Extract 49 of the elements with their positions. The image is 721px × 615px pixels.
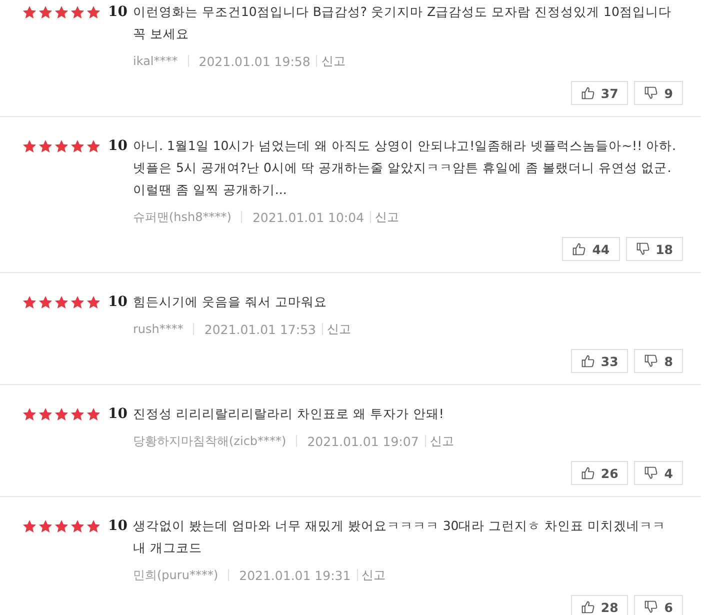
author-name: 슈퍼맨(hsh8****) [133,208,232,226]
report-link[interactable]: 신고 [375,208,400,226]
rating-score: 10 [108,294,128,310]
author-name: rush**** [133,322,184,336]
thumbs-up-icon [580,354,595,368]
rating-score: 10 [108,518,128,534]
thumbs-down-icon [644,600,658,614]
thumbs-down-icon [644,86,658,100]
review-text: 힘든시기에 웃음을 줘서 고마워요 [133,293,328,311]
like-button[interactable]: 33 [570,349,628,373]
thumbs-up-icon [580,86,595,100]
thumbs-down-icon [644,354,658,368]
review-text: 내 개그코드 [133,539,203,557]
rating-score: 10 [108,4,128,20]
review-date: 2021.01.01 10:04 [252,210,364,224]
review-text: 이럴땐 좀 일찍 공개하기... [133,181,288,199]
review-date: 2021.01.01 19:58 [198,54,310,68]
rating-score: 10 [108,138,128,154]
dislike-button[interactable]: 9 [634,81,683,105]
dislike-button[interactable]: 6 [634,595,683,615]
dislike-button[interactable]: 18 [626,237,683,261]
thumbs-up-icon [580,600,595,614]
report-link[interactable]: 신고 [362,566,386,584]
like-button[interactable]: 26 [570,461,628,485]
thumbs-up-icon [572,242,586,256]
author-name: 당황하지마침착해(zicb****) [133,432,286,450]
review-text: 이런영화는 무조건10점입니다 B급감성? 웃기지마 Z급감성도 모자람 진정성있게 10점입니다 [133,3,672,21]
report-link[interactable]: 신고 [321,52,346,70]
thumbs-down-icon [644,466,658,480]
review-text: 진정성 리리리랄리리랄라리 차인표로 왜 투자가 안돼! [133,405,445,423]
review-text: 꼭 보세요 [133,25,190,43]
review-date: 2021.01.01 17:53 [204,322,316,336]
dislike-button[interactable]: 4 [634,461,683,485]
review-date: 2021.01.01 19:31 [239,568,351,582]
review-text: 생각없이 봤는데 엄마와 너무 재밌게 봤어요ㅋㅋㅋㅋ 30대라 그런지ㅎ 차인표 미치겠네ㅋㅋ [133,517,667,535]
review-text: 넷플은 5시 공개여?난 0시에 딱 공개하는줄 알았지ㅋㅋ암튼 휴일에 좀 볼랬더니 유연성 없군. [133,159,672,177]
like-button[interactable]: 28 [570,595,628,615]
report-link[interactable]: 신고 [326,320,351,338]
like-button[interactable]: 44 [562,237,620,261]
rating-score: 10 [108,406,128,422]
review-date: 2021.01.01 19:07 [307,434,419,448]
thumbs-down-icon [636,242,650,256]
thumbs-up-icon [580,466,595,480]
author-name: ikal**** [133,54,178,68]
dislike-button[interactable]: 8 [634,349,683,373]
like-button[interactable]: 37 [570,81,628,105]
report-link[interactable]: 신고 [430,432,454,450]
review-text: 아니. 1월1일 10시가 넘었는데 왜 아직도 상영이 안되냐고!일좀해라 넷플럭스놈들아~!! 아하. [133,137,678,155]
author-name: 민희(puru****) [133,566,218,584]
